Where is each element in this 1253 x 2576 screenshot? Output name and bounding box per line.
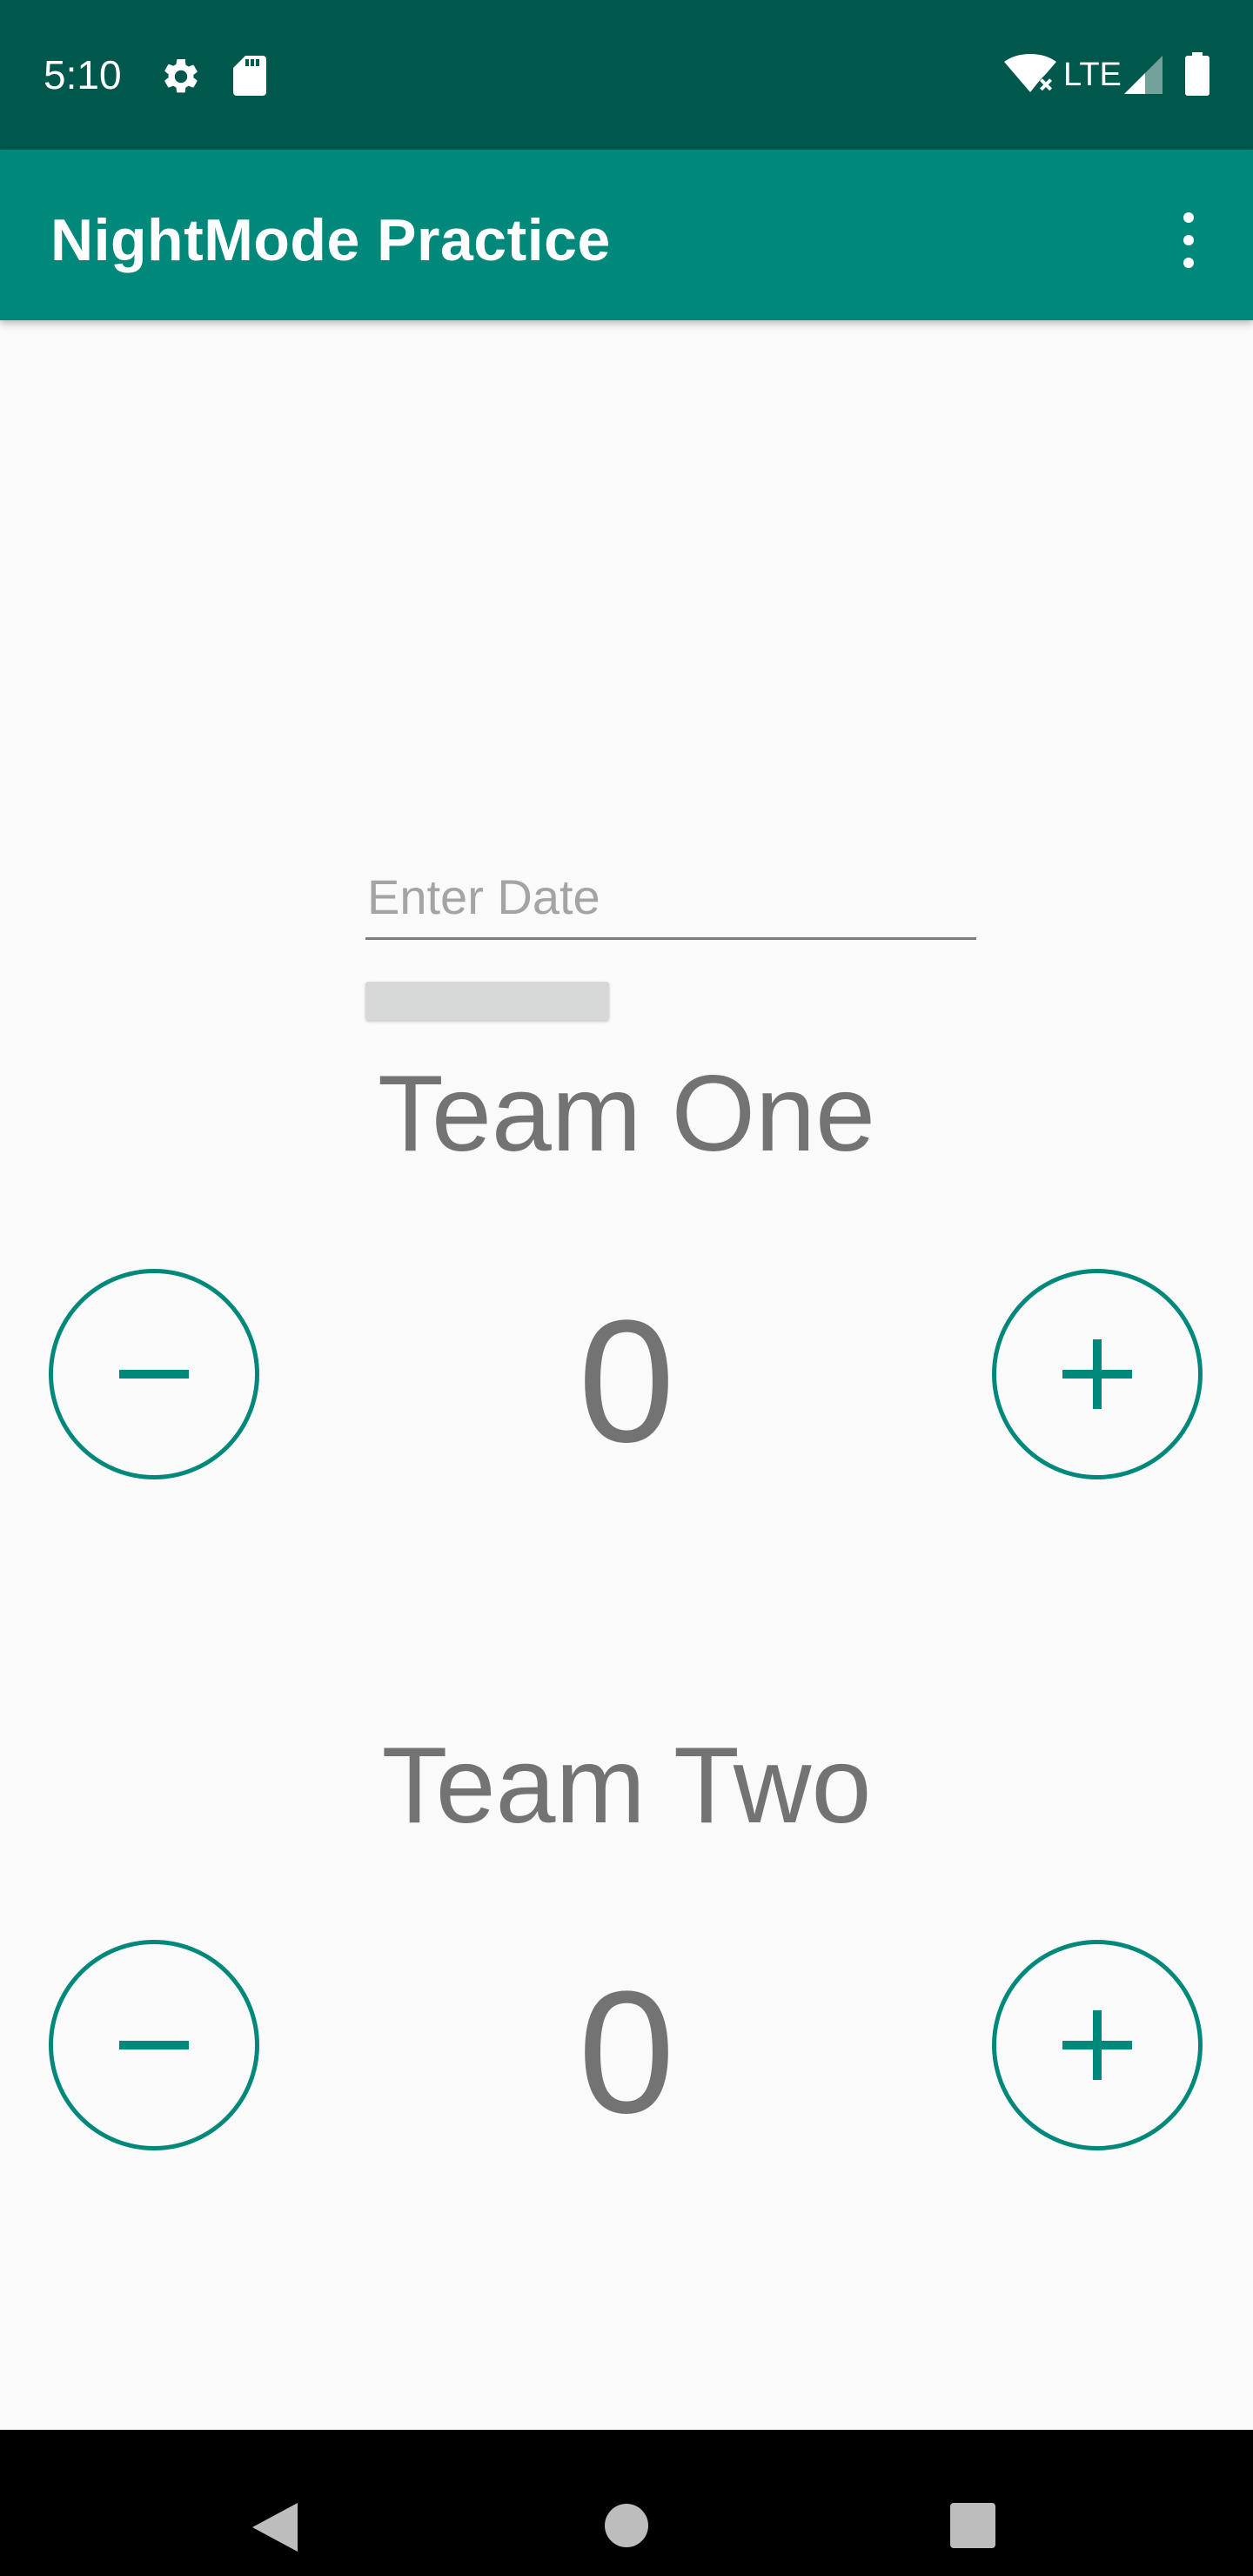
wifi-icon — [1004, 54, 1056, 92]
status-time: 5:10 — [44, 52, 122, 97]
plus-icon — [1062, 2010, 1132, 2080]
team-two-label: Team Two — [381, 1726, 872, 1846]
status-bar: 5:10 LTE — [0, 0, 1253, 150]
more-vert-icon[interactable] — [1164, 198, 1213, 282]
sd-card-icon — [233, 56, 266, 96]
app-bar: NightMode Practice — [0, 150, 1253, 320]
team-two-increase-button[interactable] — [992, 1940, 1203, 2150]
menu-dot — [1183, 235, 1194, 245]
home-icon[interactable] — [602, 2501, 651, 2550]
date-submit-button[interactable] — [365, 982, 609, 1020]
menu-dot — [1183, 258, 1194, 268]
plus-icon — [1062, 1339, 1132, 1409]
battery-icon — [1185, 52, 1209, 96]
signal-icon — [1124, 56, 1163, 94]
navigation-bar — [0, 2430, 1253, 2576]
app-title: NightMode Practice — [50, 207, 611, 273]
team-one-label: Team One — [377, 1054, 876, 1174]
back-icon[interactable] — [247, 2501, 299, 2553]
menu-dot — [1183, 212, 1194, 223]
date-input[interactable] — [365, 856, 976, 940]
team-one-increase-button[interactable] — [992, 1269, 1203, 1479]
gear-icon — [164, 58, 198, 93]
recents-icon[interactable] — [948, 2501, 997, 2550]
network-type-label: LTE — [1063, 57, 1122, 93]
